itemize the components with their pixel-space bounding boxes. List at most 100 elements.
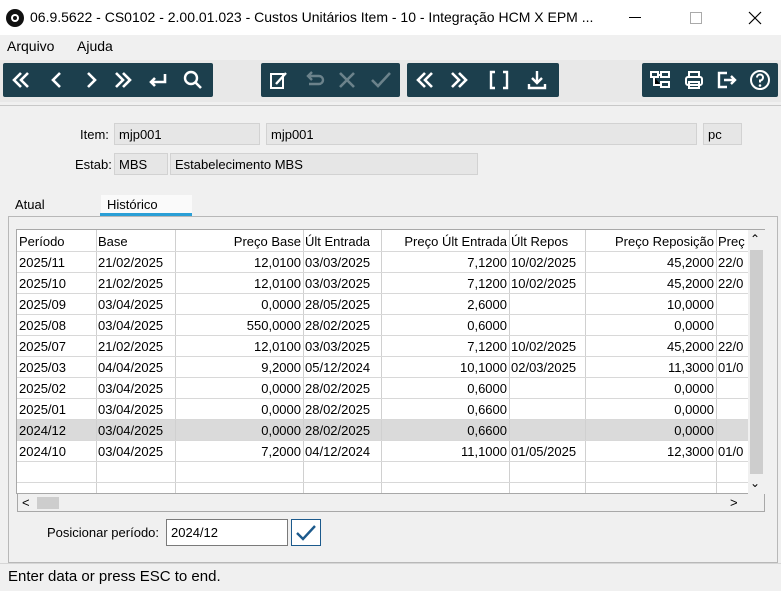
table-cell[interactable]: 01/0 [716,357,749,378]
close-button[interactable] [732,0,778,35]
table-cell[interactable] [509,399,585,420]
confirm-button[interactable] [367,63,395,97]
table-cell[interactable] [716,378,749,399]
table-cell[interactable]: 0,0000 [585,399,716,420]
table-cell[interactable]: 0,0000 [175,420,303,441]
table-cell[interactable]: 2025/03 [17,357,96,378]
goto-button[interactable] [143,63,171,97]
table-cell[interactable]: 03/03/2025 [303,336,381,357]
table-cell[interactable]: 22/0 [716,273,749,294]
table-cell[interactable]: 01/0 [716,441,749,462]
table-cell[interactable]: 45,2000 [585,336,716,357]
scroll-up-icon[interactable]: ⌃ [748,232,762,246]
table-cell[interactable]: 0,6600 [381,420,509,441]
tab-historico[interactable]: Histórico [101,195,192,215]
table-cell[interactable]: 03/03/2025 [303,273,381,294]
table-cell[interactable]: 2025/09 [17,294,96,315]
maximize-button[interactable] [673,0,719,35]
table-cell[interactable] [509,294,585,315]
scroll-right-icon[interactable]: > [730,495,738,510]
column-header[interactable]: Preç [716,231,749,252]
range-end-button[interactable] [445,63,473,97]
table-cell[interactable]: 0,0000 [175,378,303,399]
table-cell[interactable]: 0,0000 [175,399,303,420]
table-cell[interactable]: 21/02/2025 [96,336,175,357]
table-cell[interactable] [509,378,585,399]
undo-button[interactable] [299,63,327,97]
table-cell[interactable]: 0,0000 [175,294,303,315]
table-cell[interactable]: 0,6000 [381,378,509,399]
table-cell[interactable] [716,294,749,315]
table-cell[interactable]: 550,0000 [175,315,303,336]
table-cell[interactable] [716,399,749,420]
table-cell[interactable]: 9,2000 [175,357,303,378]
table-cell[interactable]: 7,2000 [175,441,303,462]
column-header[interactable]: Últ Repos [509,231,585,252]
table-cell[interactable]: 7,1200 [381,336,509,357]
table-cell[interactable]: 0,0000 [585,315,716,336]
table-cell[interactable] [716,420,749,441]
table-cell[interactable]: 0,0000 [585,420,716,441]
table-cell[interactable]: 7,1200 [381,252,509,273]
horizontal-scroll-thumb[interactable] [37,497,59,509]
scroll-left-icon[interactable]: < [22,495,30,510]
table-cell[interactable]: 11,3000 [585,357,716,378]
table-cell[interactable]: 0,6600 [381,399,509,420]
table-cell[interactable]: 2025/01 [17,399,96,420]
exit-button[interactable] [712,63,740,97]
minimize-button[interactable] [612,0,658,35]
table-cell[interactable]: 2,6000 [381,294,509,315]
history-table[interactable]: Período Base Preço Base Últ Entrada Preço Úl… [16,229,765,494]
table-cell[interactable]: 22/0 [716,336,749,357]
table-cell[interactable]: 2025/11 [17,252,96,273]
tree-button[interactable] [646,63,674,97]
table-cell[interactable]: 03/04/2025 [96,399,175,420]
table-cell[interactable]: 04/04/2025 [96,357,175,378]
table-cell[interactable]: 10/02/2025 [509,336,585,357]
table-cell[interactable]: 12,0100 [175,273,303,294]
table-cell[interactable]: 03/03/2025 [303,252,381,273]
table-cell[interactable]: 12,3000 [585,441,716,462]
horizontal-scrollbar[interactable] [17,494,765,512]
column-header[interactable]: Preço Reposição [585,231,716,252]
delete-button[interactable] [333,63,361,97]
last-record-button[interactable] [109,63,137,97]
table-cell[interactable]: 28/02/2025 [303,420,381,441]
brackets-button[interactable] [485,63,513,97]
table-cell[interactable]: 01/05/2025 [509,441,585,462]
table-cell[interactable]: 10/02/2025 [509,273,585,294]
table-cell[interactable] [509,420,585,441]
table-cell[interactable]: 28/02/2025 [303,315,381,336]
column-header[interactable]: Base [96,231,175,252]
table-cell[interactable]: 21/02/2025 [96,252,175,273]
table-cell[interactable]: 21/02/2025 [96,273,175,294]
download-button[interactable] [523,63,551,97]
position-confirm-button[interactable] [291,519,321,546]
edit-button[interactable] [265,63,293,97]
table-cell[interactable]: 2025/07 [17,336,96,357]
column-header[interactable]: Preço Base [175,231,303,252]
table-cell[interactable]: 04/12/2024 [303,441,381,462]
table-cell[interactable]: 03/04/2025 [96,420,175,441]
table-cell[interactable]: 10/02/2025 [509,252,585,273]
tab-atual[interactable]: Atual [9,195,51,215]
table-cell[interactable]: 0,0000 [585,378,716,399]
table-cell[interactable]: 03/04/2025 [96,378,175,399]
table-cell[interactable]: 12,0100 [175,336,303,357]
table-cell[interactable]: 28/02/2025 [303,399,381,420]
menu-ajuda[interactable]: Ajuda [77,38,113,54]
table-cell[interactable]: 05/12/2024 [303,357,381,378]
table-cell[interactable]: 03/04/2025 [96,294,175,315]
search-button[interactable] [179,63,207,97]
table-cell[interactable]: 45,2000 [585,252,716,273]
table-cell[interactable]: 02/03/2025 [509,357,585,378]
table-cell[interactable]: 22/0 [716,252,749,273]
help-button[interactable] [746,63,774,97]
scroll-down-icon[interactable]: ⌄ [748,476,762,490]
table-cell[interactable]: 2025/02 [17,378,96,399]
next-record-button[interactable] [77,63,105,97]
table-cell[interactable]: 12,0100 [175,252,303,273]
position-period-input[interactable]: 2024/12 [166,519,288,546]
menu-arquivo[interactable]: Arquivo [7,38,54,54]
table-cell[interactable]: 28/02/2025 [303,378,381,399]
